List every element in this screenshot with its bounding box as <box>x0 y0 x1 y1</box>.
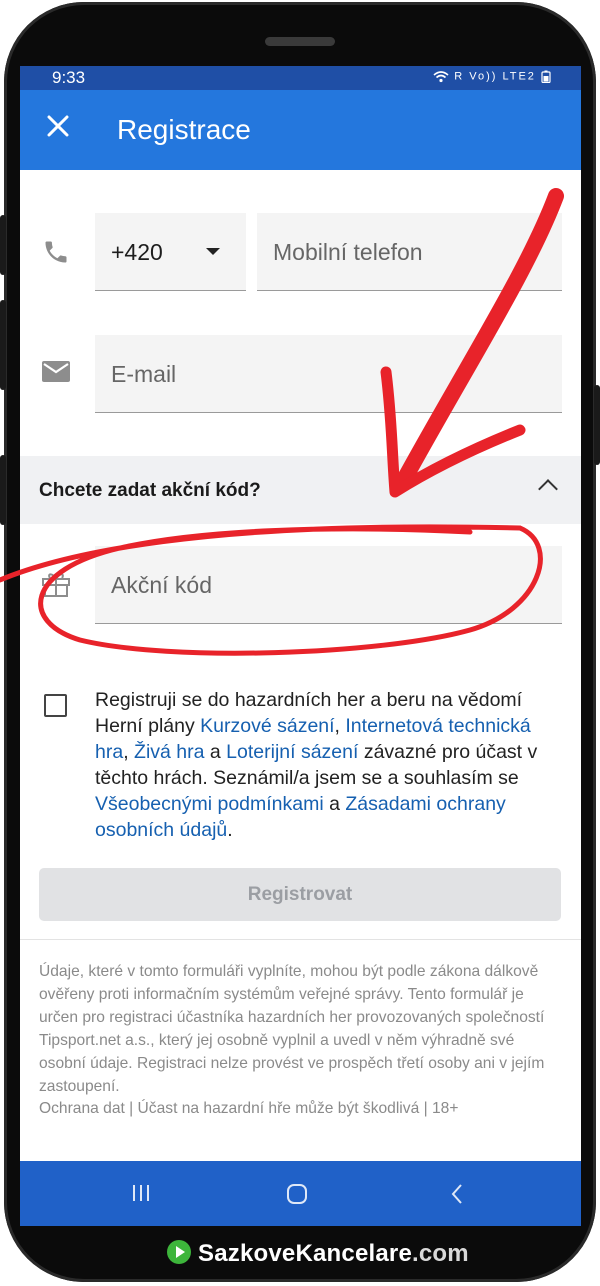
brand-tld: .com <box>412 1240 469 1267</box>
consent-text-part: a <box>204 741 227 763</box>
home-icon[interactable] <box>286 1183 308 1205</box>
phone-side-button <box>0 300 6 390</box>
consent-text: Registruji se do hazardních her a beru n… <box>95 687 565 843</box>
link-kurzove-sazeni[interactable]: Kurzové sázení <box>200 715 334 737</box>
phone-side-button <box>0 215 6 275</box>
consent-text-part: , <box>123 741 135 763</box>
link-loterijni-sazeni[interactable]: Loterijní sázení <box>226 741 358 763</box>
register-button[interactable]: Registrovat <box>39 868 561 921</box>
phone-icon <box>45 241 67 263</box>
back-icon[interactable] <box>450 1183 464 1205</box>
promo-code-toggle[interactable]: Chcete zadat akční kód? <box>20 456 581 524</box>
country-code-value: +420 <box>111 239 163 265</box>
consent-text-part: a <box>323 793 346 815</box>
screen: 9:33 R Vo)) LTE2 Registrace +420 Mobilní… <box>20 66 581 1226</box>
email-placeholder: E-mail <box>111 361 177 387</box>
phone-side-button <box>594 385 600 465</box>
promo-code-placeholder: Akční kód <box>111 572 212 598</box>
gift-icon <box>42 573 70 597</box>
divider <box>20 939 581 940</box>
phone-side-button <box>0 455 6 525</box>
data-protection-link[interactable]: Ochrana dat <box>39 1100 125 1117</box>
consent-checkbox[interactable] <box>44 694 67 717</box>
promo-code-input[interactable]: Akční kód <box>95 546 562 624</box>
promo-code-question: Chcete zadat akční kód? <box>39 480 261 501</box>
footer-separator: | <box>124 1100 138 1117</box>
app-bar: Registrace <box>20 90 581 170</box>
play-logo-icon <box>167 1240 191 1264</box>
phone-speaker <box>265 37 335 46</box>
close-icon[interactable] <box>44 112 72 140</box>
system-nav-bar <box>20 1161 581 1226</box>
brand-name: SazkoveKancelare <box>198 1240 412 1267</box>
wifi-icon <box>433 70 449 82</box>
footer-links: Ochrana dat | Účast na hazardní hře může… <box>39 1100 458 1118</box>
country-code-select[interactable]: +420 <box>95 213 246 291</box>
chevron-up-icon <box>538 479 558 499</box>
consent-text-part: , <box>334 715 346 737</box>
chevron-down-icon <box>206 248 220 255</box>
status-time: 9:33 <box>52 68 86 87</box>
age-restriction: 18+ <box>431 1100 459 1117</box>
footer-separator: | <box>419 1100 432 1117</box>
status-icons: R Vo)) LTE2 <box>433 70 551 84</box>
legal-notice: Údaje, které v tomto formuláři vyplníte,… <box>39 963 545 1095</box>
email-input[interactable]: E-mail <box>95 335 562 413</box>
phone-placeholder: Mobilní telefon <box>273 239 423 265</box>
recent-apps-icon[interactable] <box>130 1183 152 1203</box>
status-bar: 9:33 R Vo)) LTE2 <box>20 66 581 90</box>
brand-watermark: SazkoveKancelare.com <box>198 1240 469 1268</box>
phone-input[interactable]: Mobilní telefon <box>257 213 562 291</box>
link-vseobecne-podminky[interactable]: Všeobecnými podmínkami <box>95 793 324 815</box>
battery-icon <box>541 70 551 84</box>
link-ziva-hra[interactable]: Živá hra <box>134 741 204 763</box>
consent-text-part: . <box>227 819 233 841</box>
status-network-text: R Vo)) LTE2 <box>454 70 536 83</box>
page-title: Registrace <box>117 114 251 145</box>
gambling-warning-link[interactable]: Účast na hazardní hře může být škodlivá <box>138 1100 420 1117</box>
mail-icon <box>42 361 70 382</box>
